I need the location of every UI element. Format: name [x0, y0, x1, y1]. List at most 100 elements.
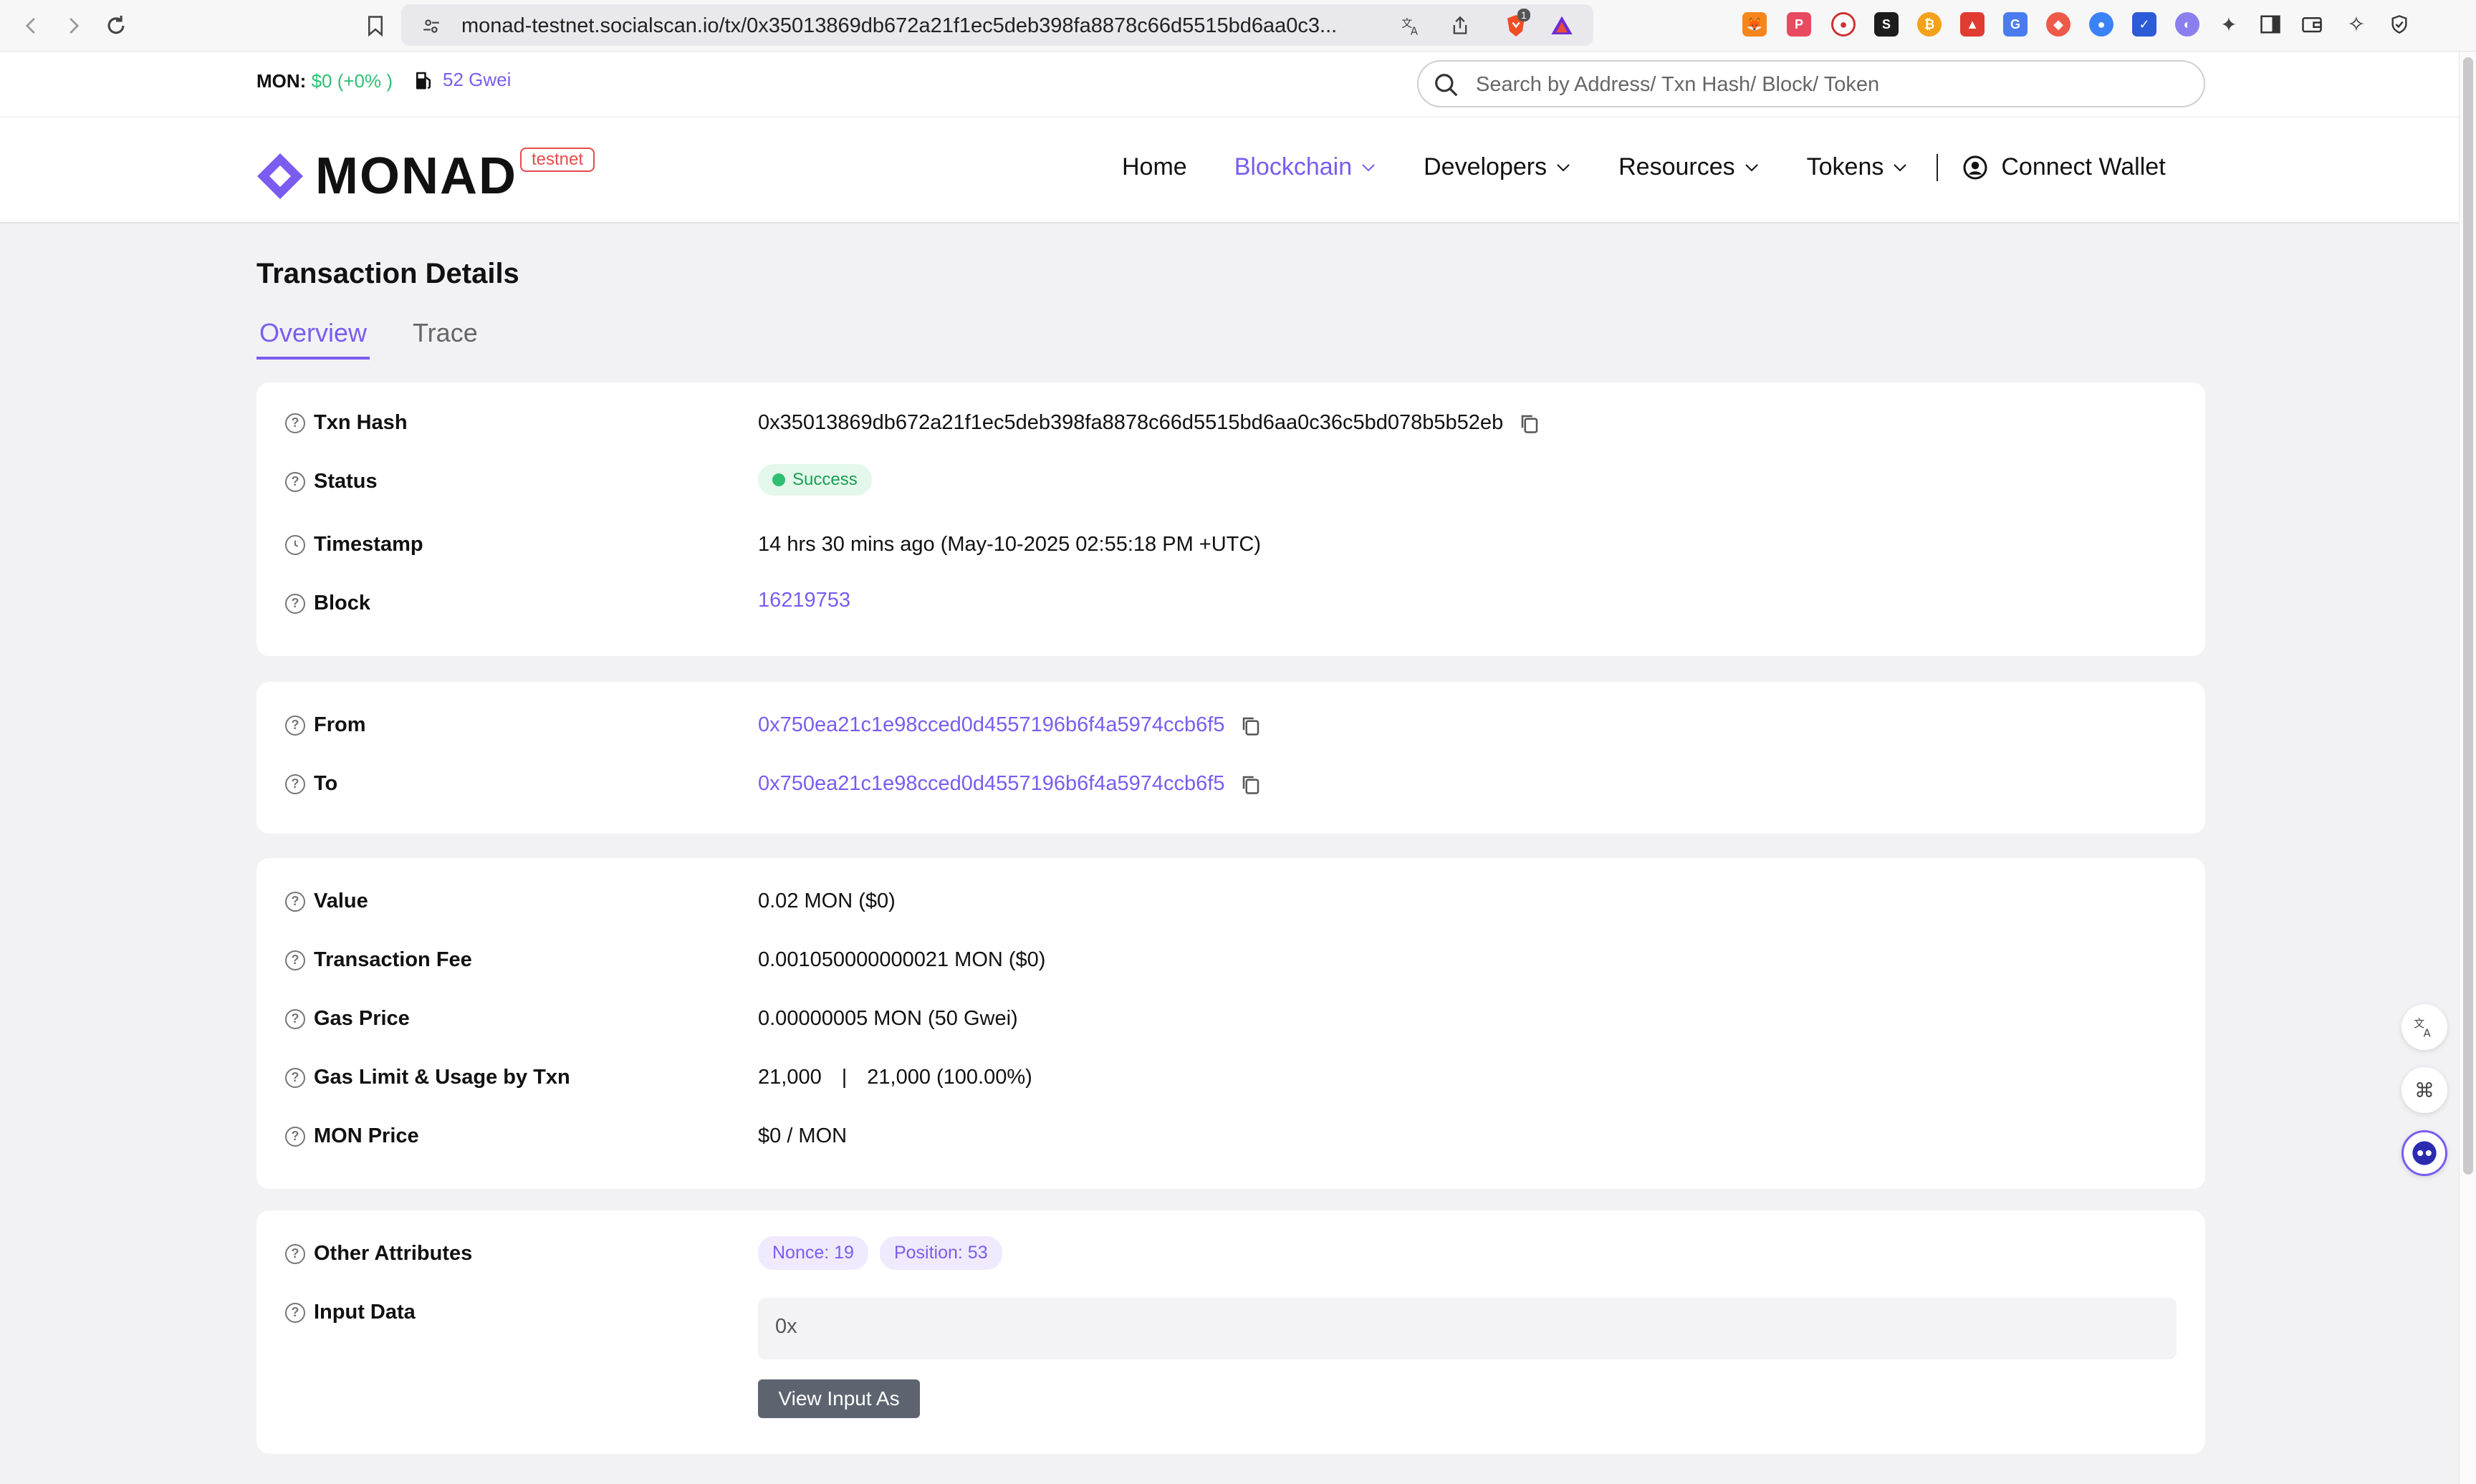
brave-shields-icon[interactable]: 1 [1502, 9, 1530, 37]
connect-wallet-label: Connect Wallet [2001, 153, 2166, 180]
site-header: MONAD testnet Home Blockchain Developers… [0, 117, 2459, 223]
reload-icon[interactable] [97, 7, 135, 44]
nav-divider [1937, 153, 1939, 181]
txn-hash-value: 0x35013869db672a21f1ec5deb398fa8878c66d5… [758, 411, 1504, 434]
brave-badge-count: 1 [1517, 9, 1530, 21]
to-row: ? To 0x750ea21c1e98cced0d4557196b6f4a5974… [285, 765, 2177, 801]
field-label: Value [314, 890, 368, 912]
address-bar[interactable]: monad-testnet.socialscan.io/tx/0x3501386… [401, 4, 1593, 46]
help-icon[interactable]: ? [285, 413, 305, 433]
mon-price-row: ? MON Price $0 / MON [285, 1117, 2177, 1153]
copy-icon[interactable] [1240, 715, 1262, 736]
extension-icon[interactable]: ◆ [2046, 12, 2070, 37]
help-icon[interactable]: ? [285, 1302, 305, 1323]
from-row: ? From 0x750ea21c1e98cced0d4557196b6f4a59… [285, 706, 2177, 742]
to-address-link[interactable]: 0x750ea21c1e98cced0d4557196b6f4a5974ccb6… [758, 772, 1224, 796]
translate-float-icon[interactable]: 文A [2401, 1004, 2447, 1050]
copy-icon[interactable] [1240, 774, 1262, 795]
sidebar-toggle-icon[interactable] [2258, 12, 2283, 37]
share-icon[interactable] [1449, 14, 1472, 37]
search-box[interactable] [1417, 60, 2205, 107]
nav-developers[interactable]: Developers [1424, 153, 1571, 181]
help-icon[interactable]: ? [285, 1243, 305, 1264]
assistant-bot-icon[interactable] [2401, 1130, 2447, 1176]
vpn-shield-icon[interactable] [2387, 12, 2412, 37]
search-input[interactable] [1476, 69, 2178, 100]
extension-icon[interactable]: ● [2089, 12, 2113, 37]
gas-pump-icon [416, 72, 431, 89]
extension-icon[interactable]: P [1787, 12, 1811, 37]
tab-overview[interactable]: Overview [256, 318, 370, 360]
url-text[interactable]: monad-testnet.socialscan.io/tx/0x3501386… [461, 14, 1337, 38]
brave-rewards-icon[interactable] [1550, 14, 1573, 37]
scrollbar-thumb[interactable] [2463, 57, 2473, 1175]
help-icon[interactable]: ? [285, 1008, 305, 1029]
other-attributes-row: ? Other Attributes Nonce: 19 Position: 53 [285, 1235, 2177, 1271]
nav-tokens[interactable]: Tokens [1807, 153, 1909, 181]
help-icon[interactable]: ? [285, 715, 305, 736]
site-settings-icon[interactable] [420, 14, 443, 37]
extension-icon[interactable]: ◐ [2175, 12, 2199, 37]
help-icon[interactable]: ? [285, 471, 305, 492]
parties-card: ? From 0x750ea21c1e98cced0d4557196b6f4a59… [256, 682, 2205, 834]
tab-trace[interactable]: Trace [410, 318, 481, 360]
extensions-puzzle-icon[interactable]: ✦ [2217, 12, 2241, 37]
help-icon[interactable]: ? [285, 950, 305, 970]
fee-value: 0.001050000000021 MON ($0) [758, 948, 1046, 971]
logo-text: MONAD [315, 148, 517, 205]
status-text: Success [792, 470, 858, 489]
wallet-icon[interactable] [2300, 12, 2324, 37]
gas-tracker[interactable]: 52 Gwei [414, 69, 511, 91]
search-icon [1435, 74, 1458, 97]
extension-icon[interactable]: S [1874, 12, 1899, 37]
metamask-extension-icon[interactable]: 🦊 [1742, 12, 1767, 37]
gas-price-value: 0.00000005 MON (50 Gwei) [758, 1007, 1018, 1030]
help-icon[interactable]: ? [285, 774, 305, 794]
extension-icon[interactable]: ₿ [1917, 12, 1942, 37]
gas-usage-value: 21,000 (100.00%) [867, 1066, 1032, 1089]
gas-limit-value: 21,000 [758, 1066, 822, 1089]
nonce-chip: Nonce: 19 [758, 1236, 868, 1270]
chevron-down-icon [1745, 163, 1758, 171]
page-scrollbar[interactable] [2459, 52, 2476, 1484]
help-icon[interactable]: ? [285, 1067, 305, 1088]
overview-card: ? Txn Hash 0x35013869db672a21f1ec5deb398f… [256, 382, 2205, 656]
command-icon[interactable]: ⌘ [2401, 1067, 2447, 1113]
help-icon[interactable]: ? [285, 1126, 305, 1147]
leo-ai-icon[interactable]: ✧ [2344, 12, 2369, 37]
bookmark-icon[interactable] [357, 7, 394, 44]
success-dot-icon [772, 473, 785, 486]
fee-row: ? Transaction Fee 0.001050000000021 MON (… [285, 941, 2177, 977]
chevron-down-icon [1894, 163, 1907, 171]
input-data-box[interactable]: 0x [758, 1298, 2177, 1359]
copy-icon[interactable] [1519, 413, 1540, 434]
extension-icon[interactable]: ● [1831, 12, 1856, 37]
extension-icon[interactable]: ✓ [2132, 12, 2156, 37]
nav-label: Blockchain [1234, 153, 1353, 180]
nav-blockchain[interactable]: Blockchain [1234, 153, 1376, 181]
field-label: Txn Hash [314, 411, 408, 434]
help-icon[interactable]: ? [285, 593, 305, 614]
field-label: Other Attributes [314, 1242, 473, 1265]
gas-value: 52 Gwei [443, 69, 512, 90]
connect-wallet-button[interactable]: Connect Wallet [1962, 153, 2166, 181]
clock-icon [285, 534, 305, 555]
help-icon[interactable]: ? [285, 891, 305, 912]
view-input-as-button[interactable]: View Input As [758, 1379, 920, 1418]
nav-resources[interactable]: Resources [1618, 153, 1760, 181]
detail-tabs: Overview Trace [256, 318, 481, 360]
main-navigation: Home Blockchain Developers Resources Tok… [1122, 153, 2166, 181]
block-link[interactable]: 16219753 [758, 589, 850, 612]
translate-icon[interactable]: 文A [1400, 14, 1423, 37]
value-amount: 0.02 MON ($0) [758, 890, 896, 912]
chevron-down-icon [1362, 163, 1375, 171]
extension-icon[interactable]: ▲ [1960, 12, 1985, 37]
timestamp-value: 14 hrs 30 mins ago (May-10-2025 02:55:18… [758, 533, 1261, 556]
price-label: MON: [256, 70, 307, 92]
forward-icon[interactable] [54, 7, 92, 44]
monad-logo[interactable]: MONAD [255, 150, 517, 202]
extension-icon[interactable]: G [2003, 12, 2028, 37]
back-icon[interactable] [13, 7, 50, 44]
from-address-link[interactable]: 0x750ea21c1e98cced0d4557196b6f4a5974ccb6… [758, 713, 1224, 737]
nav-home[interactable]: Home [1122, 153, 1187, 181]
